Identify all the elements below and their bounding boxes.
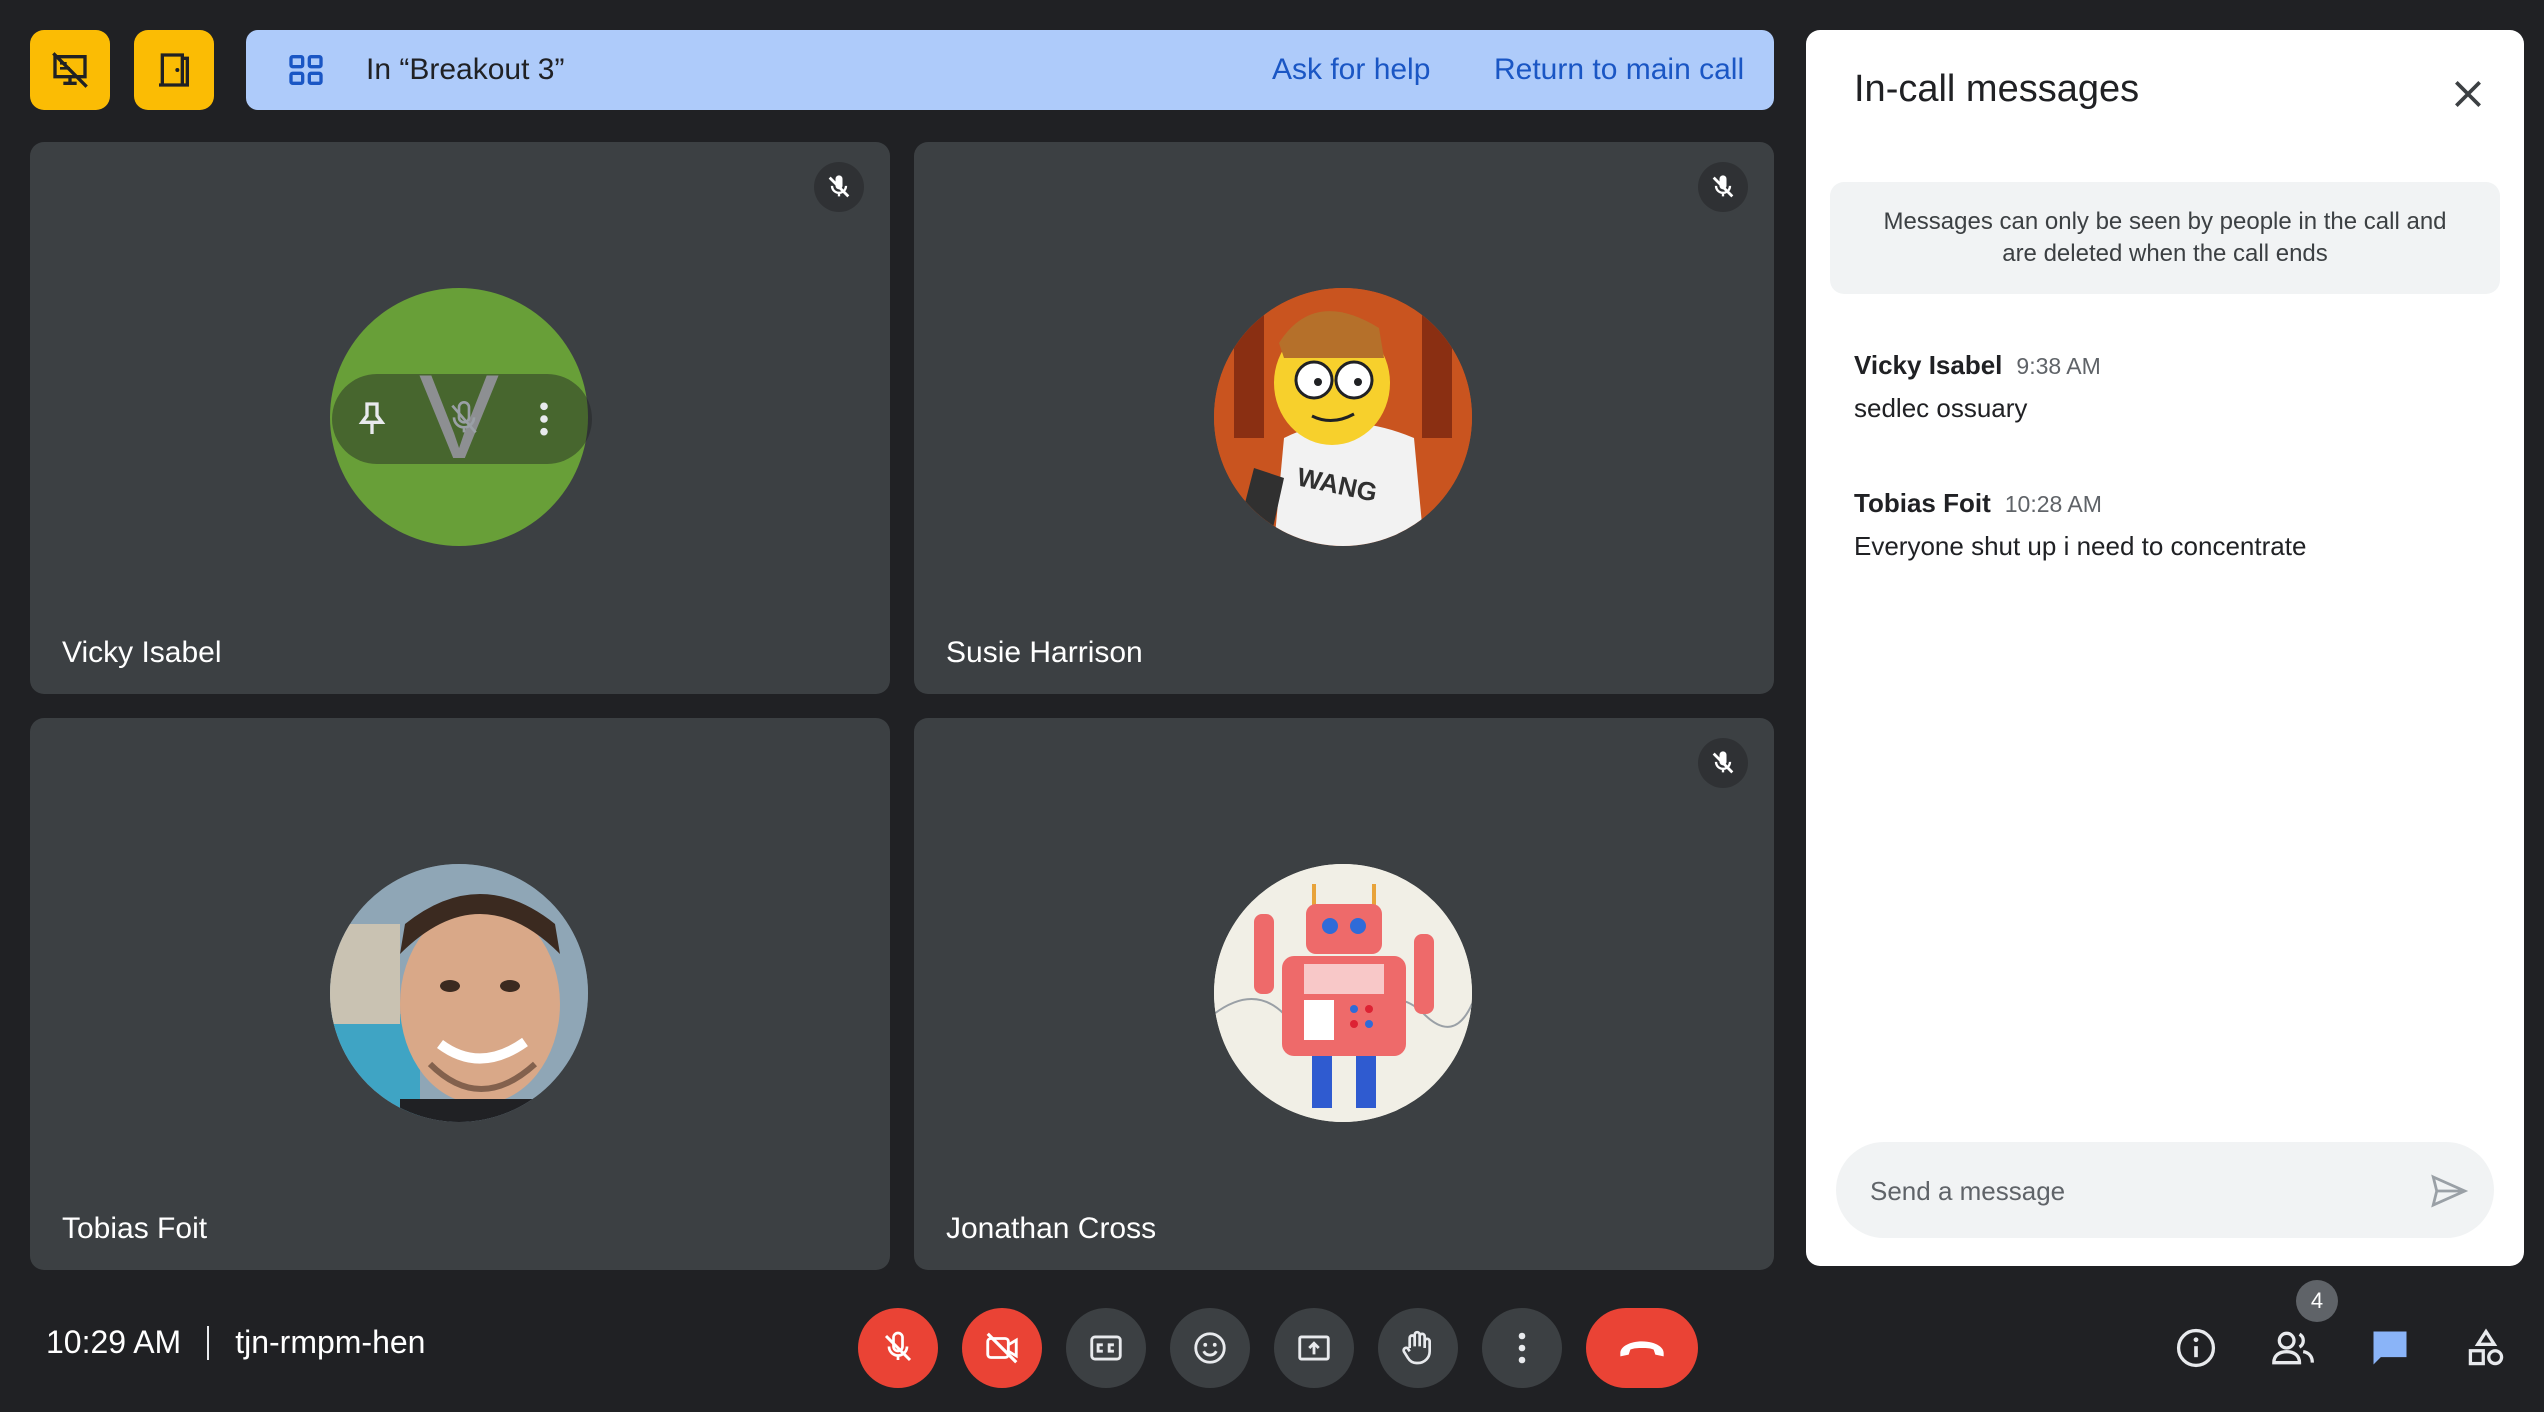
present-icon (1298, 1335, 1330, 1361)
participants-count-badge: 4 (2296, 1280, 2338, 1322)
meeting-details: 10:29 AM tjn-rmpm-hen (46, 1324, 425, 1361)
message-input[interactable] (1868, 1142, 2392, 1240)
present-screen-button[interactable] (1274, 1308, 1354, 1388)
cartoon-avatar-image: WANG (1214, 288, 1472, 546)
message-text: sedlec ossuary (1854, 393, 2028, 423)
meeting-code: tjn-rmpm-hen (235, 1324, 426, 1360)
message-time: 10:28 AM (2004, 491, 2102, 517)
participant-tile-jonathan-cross[interactable]: Jonathan Cross (914, 718, 1774, 1270)
chat-message: Vicky Isabel 9:38 AM sedlec ossuary (1854, 350, 2101, 424)
screen-off-icon (52, 52, 88, 88)
participant-tile-susie-harrison[interactable]: WANG Susie Harrison (914, 142, 1774, 694)
reactions-button[interactable] (1170, 1308, 1250, 1388)
captions-button[interactable] (1066, 1308, 1146, 1388)
close-icon[interactable] (2448, 74, 2488, 114)
breakout-banner: In “Breakout 3” Ask for help Return to m… (246, 30, 1774, 110)
closed-captions-icon (1090, 1335, 1122, 1361)
camera-off-icon (986, 1332, 1018, 1364)
robot-avatar-image (1214, 864, 1472, 1122)
avatar (1214, 864, 1472, 1122)
people-icon (2272, 1331, 2314, 1365)
activities-button[interactable] (2458, 1320, 2514, 1376)
chat-icon (2373, 1331, 2407, 1365)
panel-title: In-call messages (1854, 68, 2140, 110)
divider (207, 1325, 210, 1360)
emoji-icon (1194, 1332, 1226, 1364)
hand-icon (1402, 1330, 1431, 1365)
info-icon (2176, 1328, 2216, 1368)
microphone-toggle-button[interactable] (858, 1308, 938, 1388)
avatar: WANG (1214, 288, 1472, 546)
meeting-details-button[interactable] (2168, 1320, 2224, 1376)
breakout-rooms-icon (289, 55, 323, 86)
message-sender: Vicky Isabel (1854, 350, 2003, 380)
camera-toggle-button[interactable] (962, 1308, 1042, 1388)
breakout-room-button[interactable] (134, 30, 214, 110)
participant-name: Vicky Isabel (62, 636, 222, 669)
mic-off-icon (814, 162, 864, 212)
ask-for-help-link[interactable]: Ask for help (1272, 30, 1430, 110)
leave-call-button[interactable] (1586, 1308, 1698, 1388)
mute-participant-icon[interactable] (444, 398, 484, 440)
participant-tile-vicky-isabel[interactable]: V Vicky Isabel (30, 142, 890, 694)
activities-icon (2468, 1328, 2504, 1366)
door-icon (159, 53, 189, 87)
chat-message: Tobias Foit 10:28 AM Everyone shut up i n… (1854, 488, 2306, 562)
chat-button[interactable] (2362, 1320, 2418, 1376)
send-icon[interactable] (2428, 1170, 2470, 1212)
in-call-messages-panel: In-call messages Messages can only be se… (1806, 30, 2524, 1266)
hang-up-icon (1620, 1341, 1664, 1357)
raise-hand-button[interactable] (1378, 1308, 1458, 1388)
mic-off-icon (884, 1331, 912, 1362)
mic-off-icon (1698, 738, 1748, 788)
message-time: 9:38 AM (2016, 353, 2101, 379)
message-composer (1836, 1142, 2494, 1240)
message-sender: Tobias Foit (1854, 488, 1991, 518)
participant-name: Susie Harrison (946, 636, 1143, 669)
breakout-title: In “Breakout 3” (366, 53, 565, 86)
messages-notice: Messages can only be seen by people in t… (1830, 182, 2500, 294)
participant-name: Jonathan Cross (946, 1212, 1157, 1245)
avatar (330, 864, 588, 1122)
participant-tile-tobias-foit[interactable]: Tobias Foit (30, 718, 890, 1270)
mic-off-icon (1698, 162, 1748, 212)
message-text: Everyone shut up i need to concentrate (1854, 531, 2307, 561)
more-options-icon[interactable] (538, 400, 550, 438)
profile-photo (330, 864, 588, 1122)
people-button[interactable] (2266, 1320, 2322, 1376)
tile-hover-controls (332, 374, 592, 464)
more-vert-icon (1518, 1332, 1526, 1364)
return-to-main-call-link[interactable]: Return to main call (1494, 30, 1744, 110)
pin-icon[interactable] (352, 398, 392, 440)
participant-name: Tobias Foit (62, 1212, 208, 1245)
hide-screen-button[interactable] (30, 30, 110, 110)
current-time: 10:29 AM (46, 1324, 182, 1360)
more-options-button[interactable] (1482, 1308, 1562, 1388)
